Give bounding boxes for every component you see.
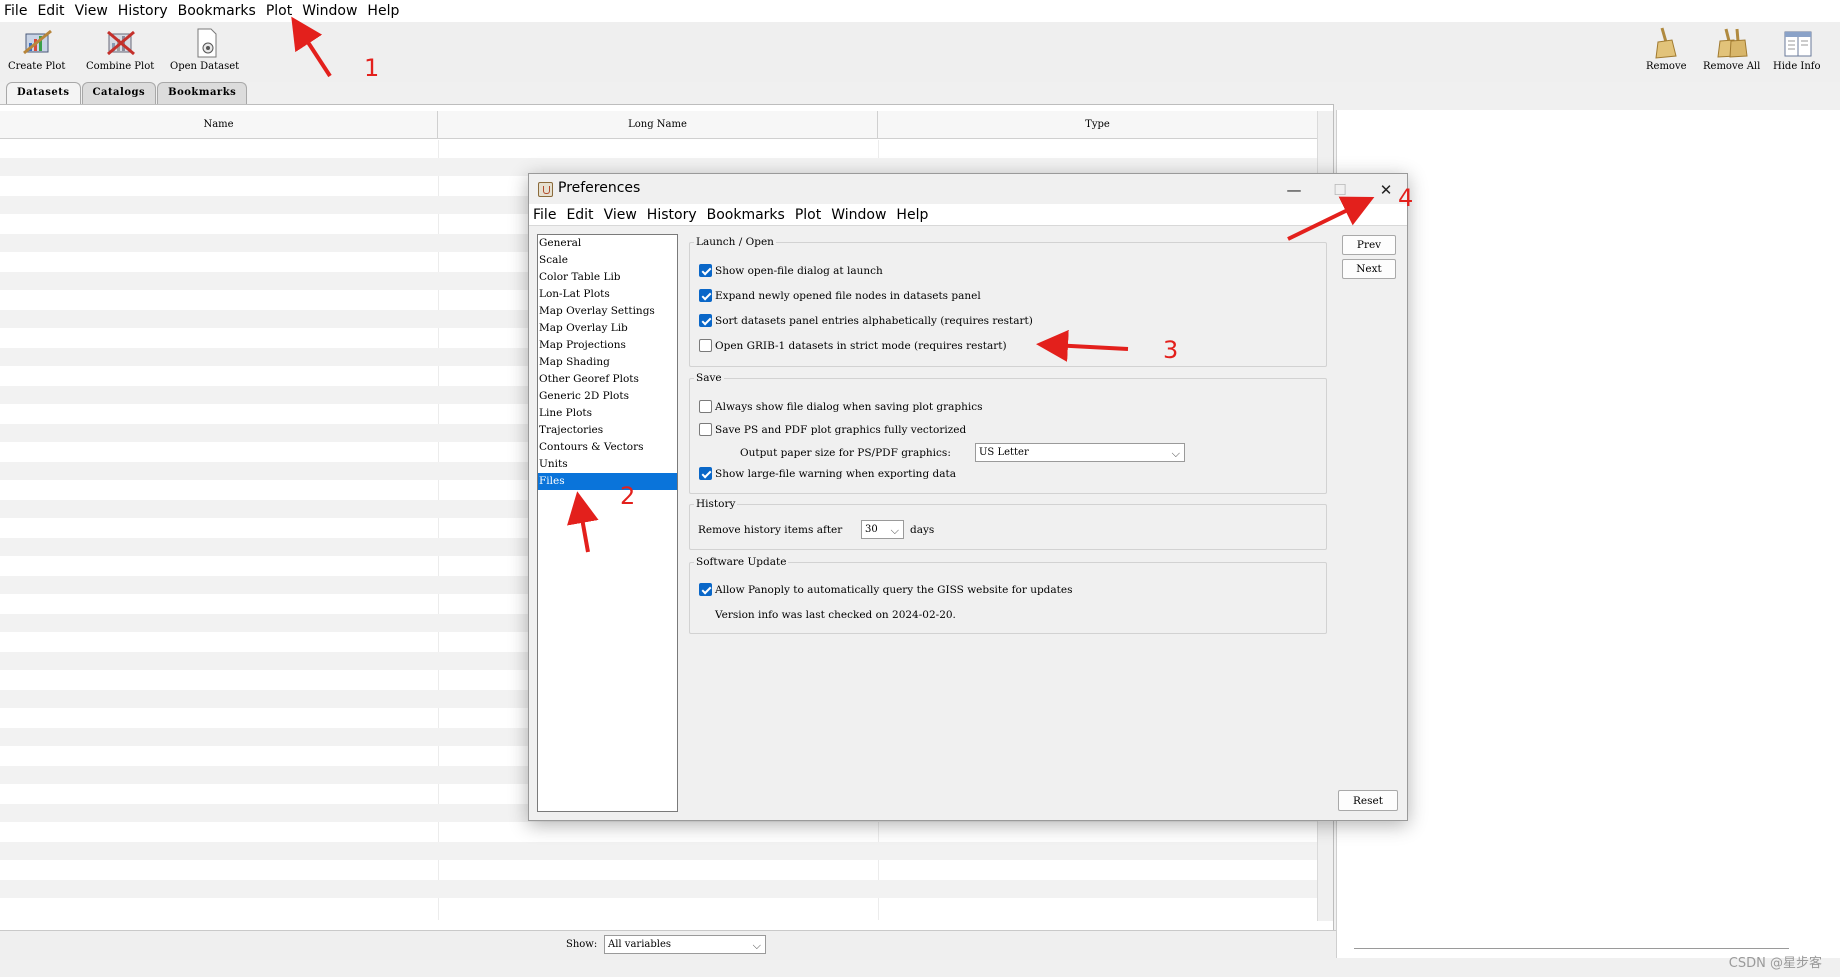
annotation-arrow-1 <box>291 16 332 78</box>
annotation-arrow-4 <box>1287 196 1375 241</box>
annotation-label-4: 4 <box>1398 184 1414 212</box>
annotation-arrow-2 <box>567 491 599 553</box>
annotation-label-2: 2 <box>620 482 636 510</box>
annotation-arrow-3 <box>1036 329 1129 362</box>
annotation-label-1: 1 <box>364 54 380 82</box>
annotation-arrows <box>291 16 1375 553</box>
annotation-label-3: 3 <box>1163 336 1179 364</box>
